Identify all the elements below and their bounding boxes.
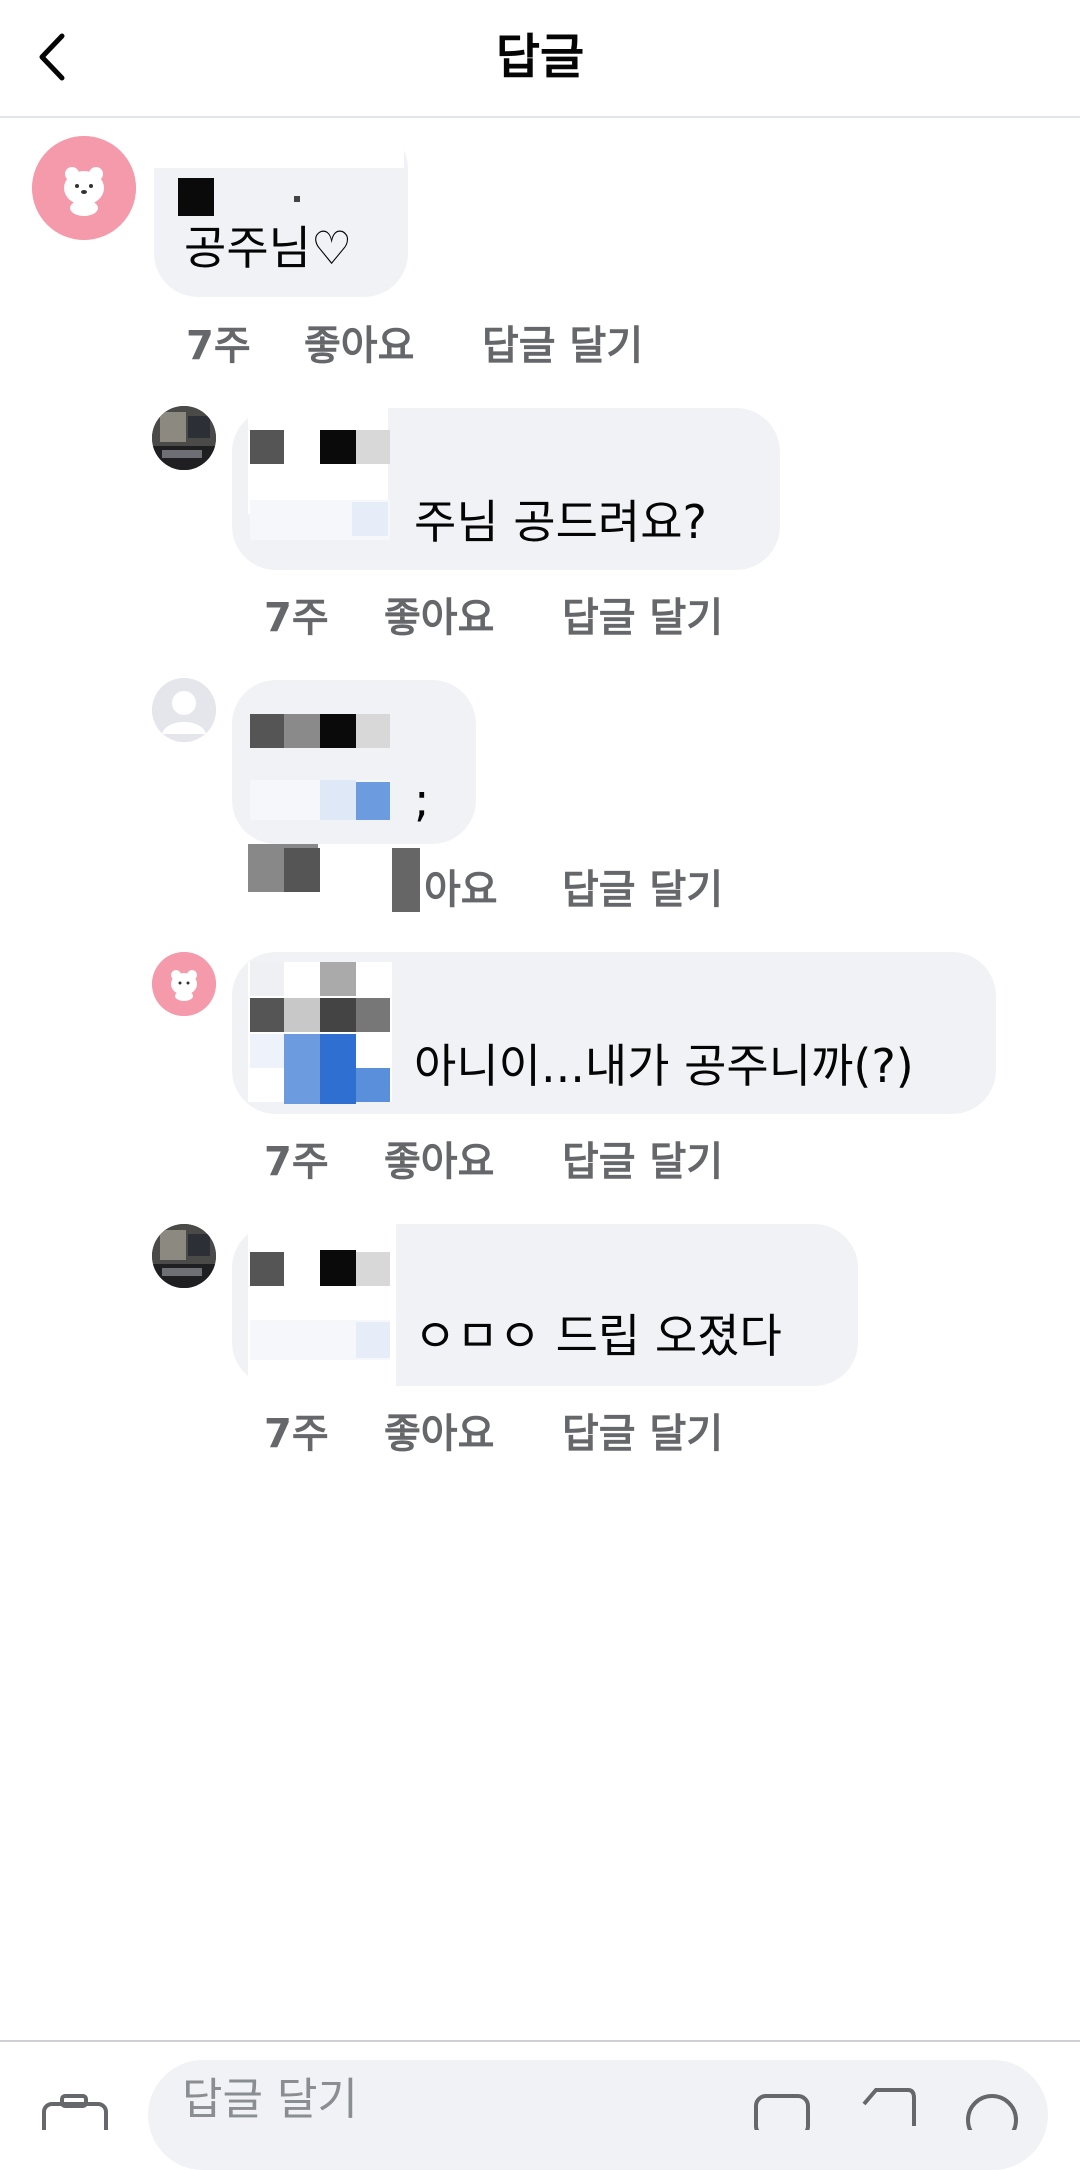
- reply-button[interactable]: 답글 달기: [562, 590, 723, 646]
- comment-text: 주님 공드려요?: [414, 495, 707, 549]
- timestamp[interactable]: 7주: [264, 590, 329, 646]
- reply-composer: 답글 달기: [0, 2040, 1080, 2170]
- comment-text: 아니이...내가 공주니까(?): [414, 1039, 914, 1093]
- emoji-button[interactable]: [962, 2090, 1022, 2146]
- gif-button[interactable]: [856, 2086, 920, 2130]
- like-button[interactable]: 좋아요: [384, 590, 494, 646]
- bear-sticker-icon: [152, 952, 216, 1016]
- avatar[interactable]: [152, 678, 216, 742]
- avatar[interactable]: [32, 136, 136, 240]
- page-title: 답글: [495, 29, 585, 85]
- comment-text: ㅇㅁㅇ 드립 오졌다: [414, 1309, 782, 1363]
- sticker-icon: [754, 2094, 810, 2138]
- comment-actions: 아요 답글 달기: [264, 862, 764, 918]
- like-button[interactable]: 아요: [424, 862, 498, 918]
- reply-button[interactable]: 답글 달기: [562, 1406, 723, 1462]
- avatar[interactable]: [152, 1224, 216, 1288]
- timestamp[interactable]: 7주: [264, 1406, 329, 1462]
- comment-actions: 7주 좋아요 답글 달기: [264, 590, 764, 646]
- comment-text: ;: [414, 773, 430, 827]
- reply-button[interactable]: 답글 달기: [482, 318, 643, 374]
- camera-icon: [42, 2094, 108, 2146]
- comment-actions: 7주 좋아요 답글 달기: [264, 1134, 764, 1190]
- reply-button[interactable]: 답글 달기: [562, 1134, 723, 1190]
- default-user-icon: [152, 678, 216, 742]
- timestamp[interactable]: 7주: [264, 1134, 329, 1190]
- comment-text: 공주님♡: [184, 221, 353, 275]
- reply-button[interactable]: 답글 달기: [562, 862, 723, 918]
- bear-sticker-icon: [32, 136, 136, 240]
- avatar[interactable]: [152, 952, 216, 1016]
- sticker-button[interactable]: [752, 2090, 812, 2138]
- like-button[interactable]: 좋아요: [384, 1134, 494, 1190]
- comment-actions: 7주 좋아요 답글 달기: [264, 1406, 764, 1462]
- camera-button[interactable]: [40, 2090, 110, 2146]
- avatar[interactable]: [152, 406, 216, 470]
- like-button[interactable]: 좋아요: [304, 318, 414, 374]
- photo-avatar-icon: [152, 406, 216, 470]
- like-button[interactable]: 좋아요: [384, 1406, 494, 1462]
- comment-actions: 7주 좋아요 답글 달기: [186, 318, 686, 374]
- reply-input-placeholder: 답글 달기: [182, 2074, 358, 2125]
- top-bar: 답글: [0, 0, 1080, 118]
- gif-icon: [862, 2088, 916, 2126]
- timestamp[interactable]: 7주: [186, 318, 251, 374]
- emoji-icon: [966, 2094, 1018, 2146]
- photo-avatar-icon: [152, 1224, 216, 1288]
